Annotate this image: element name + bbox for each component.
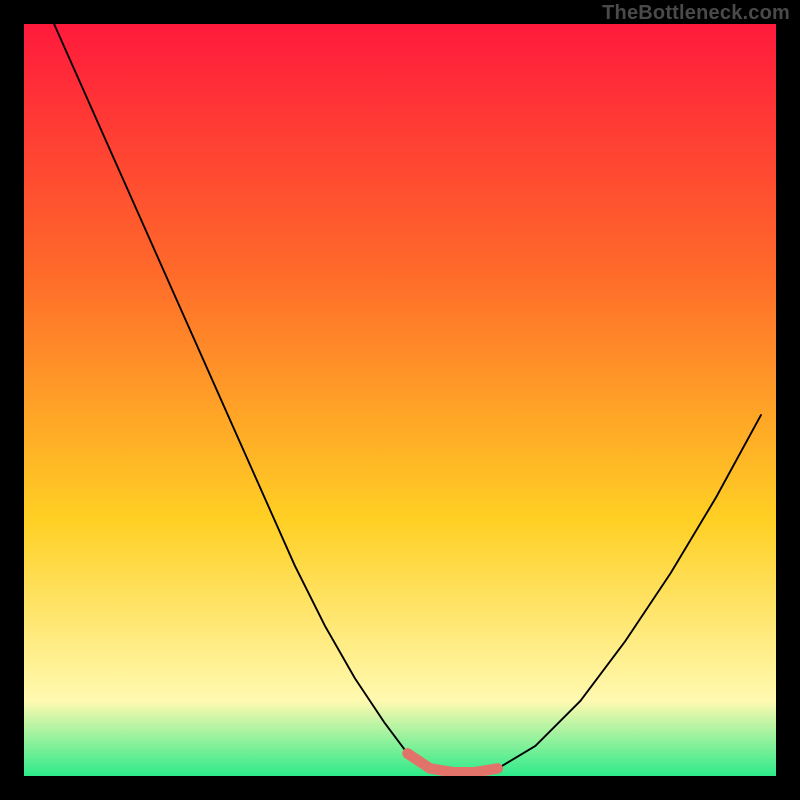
chart-background: [24, 24, 776, 776]
watermark-text: TheBottleneck.com: [602, 2, 790, 25]
outer-frame: TheBottleneck.com: [0, 0, 800, 800]
bottleneck-chart: [24, 24, 776, 776]
